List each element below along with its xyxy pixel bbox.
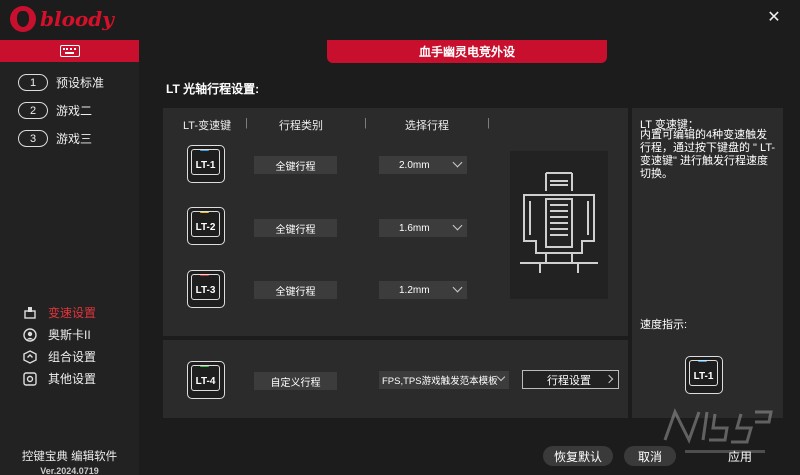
col-separator: | xyxy=(245,117,248,129)
menu-label: 奥斯卡II xyxy=(48,328,91,342)
menu-label: 其他设置 xyxy=(48,372,97,386)
menu-label: 变速设置 xyxy=(48,306,97,320)
keyboard-icon xyxy=(59,45,80,57)
keyboard-tab[interactable] xyxy=(0,40,139,62)
gear-icon xyxy=(22,371,38,387)
col-header-key: LT-变速键 xyxy=(183,120,232,132)
lt1-keycap[interactable]: LT-1 xyxy=(187,145,225,183)
software-title: 控键宝典 编辑软件 xyxy=(21,451,118,463)
section-title: LT 光轴行程设置: xyxy=(166,82,260,96)
travel-select-lt2[interactable]: 1.6mm xyxy=(379,219,467,237)
profile-label: 游戏二 xyxy=(56,104,93,118)
profile-label: 游戏三 xyxy=(56,132,93,146)
col-header-travel: 选择行程 xyxy=(405,120,449,132)
travel-select-lt1[interactable]: 2.0mm xyxy=(379,156,467,174)
travel-type-lt2[interactable]: 全键行程 xyxy=(254,219,337,237)
select-value: 1.2mm xyxy=(399,284,430,296)
speed-indicator-label: 速度指示: xyxy=(640,319,688,331)
profile-2[interactable]: 2 游戏二 xyxy=(18,102,92,119)
menu-combo[interactable]: 组合设置 xyxy=(22,348,96,365)
travel-type-lt1[interactable]: 全键行程 xyxy=(254,156,337,174)
profile-label: 预设标准 xyxy=(56,76,105,90)
speed-indicator-keycap: LT-1 xyxy=(685,356,723,394)
lt3-keycap[interactable]: LT-3 xyxy=(187,270,225,308)
lt2-keycap[interactable]: LT-2 xyxy=(187,207,225,245)
reset-default-button[interactable]: 恢复默认 xyxy=(543,446,613,466)
cancel-button[interactable]: 取消 xyxy=(624,446,676,466)
combo-icon xyxy=(22,349,38,365)
software-version: Ver.2024.0719 xyxy=(40,466,99,475)
software-info: 控键宝典 编辑软件 Ver.2024.0719 xyxy=(0,448,139,475)
profile-3[interactable]: 3 游戏三 xyxy=(18,130,92,147)
profile-number: 1 xyxy=(18,74,48,91)
button-label: 行程设置 xyxy=(547,374,591,387)
chevron-down-icon xyxy=(452,220,463,231)
menu-label: 组合设置 xyxy=(48,350,97,364)
chevron-right-icon xyxy=(604,374,614,384)
switch-diagram xyxy=(510,151,608,299)
menu-switch-settings[interactable]: 变速设置 xyxy=(22,304,96,321)
lt4-keycap[interactable]: LT-4 xyxy=(187,361,225,399)
col-separator: | xyxy=(364,117,367,129)
travel-select-lt3[interactable]: 1.2mm xyxy=(379,281,467,299)
close-icon[interactable]: ✕ xyxy=(766,10,782,26)
keycap-label: LT-1 xyxy=(191,149,220,175)
chevron-down-icon xyxy=(496,372,506,382)
profile-number: 3 xyxy=(18,130,48,147)
travel-settings-button[interactable]: 行程设置 xyxy=(522,370,619,389)
keycap-label: LT-3 xyxy=(191,274,220,300)
travel-type-lt3[interactable]: 全键行程 xyxy=(254,281,337,299)
select-value: 2.0mm xyxy=(399,159,430,171)
profile-1[interactable]: 1 预设标准 xyxy=(18,74,104,91)
template-select[interactable]: FPS,TPS游戏触发范本模板 xyxy=(379,371,509,389)
info-description: 内置可编辑的4种变速触发行程，通过按下键盘的 " LT-变速键" 进行触发行程速… xyxy=(640,129,776,180)
menu-oscar[interactable]: 奥斯卡II xyxy=(22,326,91,343)
chevron-down-icon xyxy=(452,157,463,168)
col-separator: | xyxy=(487,117,490,129)
travel-type-lt4[interactable]: 自定义行程 xyxy=(254,372,337,390)
chevron-down-icon xyxy=(452,282,463,293)
keycap-label: LT-4 xyxy=(191,365,220,391)
menu-other[interactable]: 其他设置 xyxy=(22,370,96,387)
col-header-type: 行程类别 xyxy=(279,120,323,132)
select-value: 1.6mm xyxy=(399,222,430,234)
select-value: FPS,TPS游戏触发范本模板 xyxy=(382,376,498,387)
brand-logo: bloody xyxy=(10,6,114,32)
hand-logo-icon xyxy=(10,6,36,32)
title-bar: bloody ✕ xyxy=(0,0,800,40)
brand-name: bloody xyxy=(40,7,114,31)
keycap-label: LT-1 xyxy=(689,360,718,386)
profile-number: 2 xyxy=(18,102,48,119)
page-title: 血手幽灵电竞外设 xyxy=(327,40,607,63)
switch-icon xyxy=(22,305,38,321)
oscar-icon xyxy=(22,327,38,343)
optical-switch-icon xyxy=(520,172,598,273)
sidebar: 1 预设标准 2 游戏二 3 游戏三 变速设置 奥斯卡II 组合设置 其他设置 … xyxy=(0,40,139,475)
keycap-label: LT-2 xyxy=(191,211,220,237)
apply-button[interactable]: 应用 xyxy=(705,446,775,466)
